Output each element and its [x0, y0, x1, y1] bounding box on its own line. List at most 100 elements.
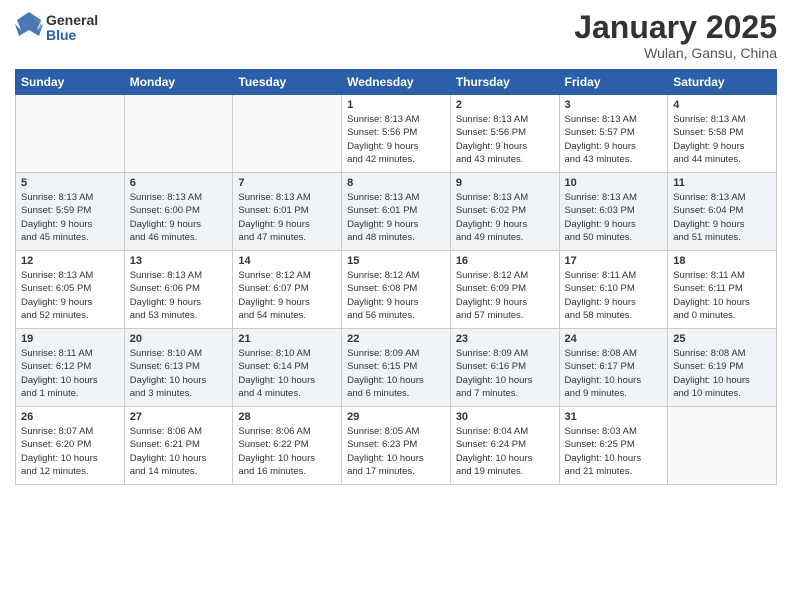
day-cell-21: 21Sunrise: 8:10 AM Sunset: 6:14 PM Dayli…: [233, 329, 342, 407]
day-number: 17: [565, 255, 663, 267]
day-info: Sunrise: 8:13 AM Sunset: 5:58 PM Dayligh…: [673, 113, 771, 166]
day-info: Sunrise: 8:13 AM Sunset: 6:01 PM Dayligh…: [347, 191, 445, 244]
weekday-header-thursday: Thursday: [450, 70, 559, 95]
day-info: Sunrise: 8:08 AM Sunset: 6:19 PM Dayligh…: [673, 347, 771, 400]
day-cell-30: 30Sunrise: 8:04 AM Sunset: 6:24 PM Dayli…: [450, 407, 559, 485]
day-info: Sunrise: 8:13 AM Sunset: 5:56 PM Dayligh…: [456, 113, 554, 166]
day-info: Sunrise: 8:06 AM Sunset: 6:22 PM Dayligh…: [238, 425, 336, 478]
day-number: 27: [130, 411, 228, 423]
title-block: January 2025 Wulan, Gansu, China: [574, 10, 777, 61]
empty-cell: [124, 95, 233, 173]
day-cell-4: 4 Sunrise: 8:13 AM Sunset: 5:58 PM Daylig…: [668, 95, 777, 173]
day-cell-19: 19 Sunrise: 8:11 AM Sunset: 6:12 PM Dayli…: [16, 329, 125, 407]
day-cell-27: 27 Sunrise: 8:06 AM Sunset: 6:21 PM Dayli…: [124, 407, 233, 485]
day-number: 6: [130, 177, 228, 189]
day-number: 22: [347, 333, 445, 345]
logo-text: General Blue: [46, 13, 98, 44]
weekday-header-row: SundayMondayTuesdayWednesdayThursdayFrid…: [16, 70, 777, 95]
day-cell-24: 24Sunrise: 8:08 AM Sunset: 6:17 PM Dayli…: [559, 329, 668, 407]
weekday-header-sunday: Sunday: [16, 70, 125, 95]
day-number: 5: [21, 177, 119, 189]
day-info: Sunrise: 8:13 AM Sunset: 6:06 PM Dayligh…: [130, 269, 228, 322]
day-number: 31: [565, 411, 663, 423]
day-cell-1: 1 Sunrise: 8:13 AM Sunset: 5:56 PM Daylig…: [342, 95, 451, 173]
day-info: Sunrise: 8:12 AM Sunset: 6:08 PM Dayligh…: [347, 269, 445, 322]
day-number: 12: [21, 255, 119, 267]
empty-cell: [16, 95, 125, 173]
week-row-4: 19 Sunrise: 8:11 AM Sunset: 6:12 PM Dayli…: [16, 329, 777, 407]
day-cell-8: 8 Sunrise: 8:13 AM Sunset: 6:01 PM Daylig…: [342, 173, 451, 251]
day-number: 4: [673, 99, 771, 111]
day-cell-15: 15 Sunrise: 8:12 AM Sunset: 6:08 PM Dayli…: [342, 251, 451, 329]
day-info: Sunrise: 8:11 AM Sunset: 6:11 PM Dayligh…: [673, 269, 771, 322]
day-info: Sunrise: 8:13 AM Sunset: 6:00 PM Dayligh…: [130, 191, 228, 244]
day-number: 9: [456, 177, 554, 189]
day-number: 30: [456, 411, 554, 423]
logo-container: General Blue: [15, 10, 98, 46]
day-number: 2: [456, 99, 554, 111]
weekday-header-monday: Monday: [124, 70, 233, 95]
day-info: Sunrise: 8:13 AM Sunset: 5:59 PM Dayligh…: [21, 191, 119, 244]
day-number: 1: [347, 99, 445, 111]
day-cell-7: 7Sunrise: 8:13 AM Sunset: 6:01 PM Daylig…: [233, 173, 342, 251]
day-info: Sunrise: 8:12 AM Sunset: 6:07 PM Dayligh…: [238, 269, 336, 322]
day-cell-3: 3Sunrise: 8:13 AM Sunset: 5:57 PM Daylig…: [559, 95, 668, 173]
day-cell-20: 20 Sunrise: 8:10 AM Sunset: 6:13 PM Dayli…: [124, 329, 233, 407]
day-number: 14: [238, 255, 336, 267]
day-cell-26: 26Sunrise: 8:07 AM Sunset: 6:20 PM Dayli…: [16, 407, 125, 485]
day-cell-31: 31 Sunrise: 8:03 AM Sunset: 6:25 PM Dayli…: [559, 407, 668, 485]
day-number: 3: [565, 99, 663, 111]
day-cell-25: 25 Sunrise: 8:08 AM Sunset: 6:19 PM Dayli…: [668, 329, 777, 407]
day-number: 24: [565, 333, 663, 345]
day-cell-13: 13 Sunrise: 8:13 AM Sunset: 6:06 PM Dayli…: [124, 251, 233, 329]
month-title: January 2025: [574, 10, 777, 45]
day-number: 15: [347, 255, 445, 267]
day-info: Sunrise: 8:09 AM Sunset: 6:15 PM Dayligh…: [347, 347, 445, 400]
day-cell-12: 12 Sunrise: 8:13 AM Sunset: 6:05 PM Dayli…: [16, 251, 125, 329]
day-info: Sunrise: 8:13 AM Sunset: 5:56 PM Dayligh…: [347, 113, 445, 166]
day-info: Sunrise: 8:11 AM Sunset: 6:12 PM Dayligh…: [21, 347, 119, 400]
day-info: Sunrise: 8:12 AM Sunset: 6:09 PM Dayligh…: [456, 269, 554, 322]
empty-cell: [233, 95, 342, 173]
day-cell-22: 22 Sunrise: 8:09 AM Sunset: 6:15 PM Dayli…: [342, 329, 451, 407]
logo: General Blue: [15, 10, 98, 46]
day-number: 25: [673, 333, 771, 345]
day-cell-17: 17Sunrise: 8:11 AM Sunset: 6:10 PM Dayli…: [559, 251, 668, 329]
page: General Blue January 2025 Wulan, Gansu, …: [0, 0, 792, 612]
logo-blue: Blue: [46, 28, 98, 43]
day-cell-14: 14 Sunrise: 8:12 AM Sunset: 6:07 PM Dayli…: [233, 251, 342, 329]
week-row-2: 5 Sunrise: 8:13 AM Sunset: 5:59 PM Daylig…: [16, 173, 777, 251]
day-number: 29: [347, 411, 445, 423]
day-number: 23: [456, 333, 554, 345]
day-number: 19: [21, 333, 119, 345]
day-info: Sunrise: 8:05 AM Sunset: 6:23 PM Dayligh…: [347, 425, 445, 478]
day-info: Sunrise: 8:10 AM Sunset: 6:13 PM Dayligh…: [130, 347, 228, 400]
weekday-header-saturday: Saturday: [668, 70, 777, 95]
day-info: Sunrise: 8:10 AM Sunset: 6:14 PM Dayligh…: [238, 347, 336, 400]
logo-bird-icon: [15, 10, 43, 46]
day-info: Sunrise: 8:13 AM Sunset: 6:02 PM Dayligh…: [456, 191, 554, 244]
day-number: 11: [673, 177, 771, 189]
day-cell-9: 9 Sunrise: 8:13 AM Sunset: 6:02 PM Daylig…: [450, 173, 559, 251]
header: General Blue January 2025 Wulan, Gansu, …: [15, 10, 777, 61]
day-number: 13: [130, 255, 228, 267]
day-info: Sunrise: 8:06 AM Sunset: 6:21 PM Dayligh…: [130, 425, 228, 478]
day-cell-10: 10Sunrise: 8:13 AM Sunset: 6:03 PM Dayli…: [559, 173, 668, 251]
location-subtitle: Wulan, Gansu, China: [574, 45, 777, 61]
day-info: Sunrise: 8:03 AM Sunset: 6:25 PM Dayligh…: [565, 425, 663, 478]
day-info: Sunrise: 8:07 AM Sunset: 6:20 PM Dayligh…: [21, 425, 119, 478]
day-cell-2: 2 Sunrise: 8:13 AM Sunset: 5:56 PM Daylig…: [450, 95, 559, 173]
logo-general: General: [46, 13, 98, 28]
day-number: 20: [130, 333, 228, 345]
week-row-5: 26Sunrise: 8:07 AM Sunset: 6:20 PM Dayli…: [16, 407, 777, 485]
day-info: Sunrise: 8:13 AM Sunset: 6:04 PM Dayligh…: [673, 191, 771, 244]
day-number: 10: [565, 177, 663, 189]
day-info: Sunrise: 8:09 AM Sunset: 6:16 PM Dayligh…: [456, 347, 554, 400]
day-cell-11: 11 Sunrise: 8:13 AM Sunset: 6:04 PM Dayli…: [668, 173, 777, 251]
day-info: Sunrise: 8:13 AM Sunset: 6:05 PM Dayligh…: [21, 269, 119, 322]
day-number: 8: [347, 177, 445, 189]
day-number: 7: [238, 177, 336, 189]
day-cell-18: 18Sunrise: 8:11 AM Sunset: 6:11 PM Dayli…: [668, 251, 777, 329]
day-cell-28: 28Sunrise: 8:06 AM Sunset: 6:22 PM Dayli…: [233, 407, 342, 485]
weekday-header-wednesday: Wednesday: [342, 70, 451, 95]
